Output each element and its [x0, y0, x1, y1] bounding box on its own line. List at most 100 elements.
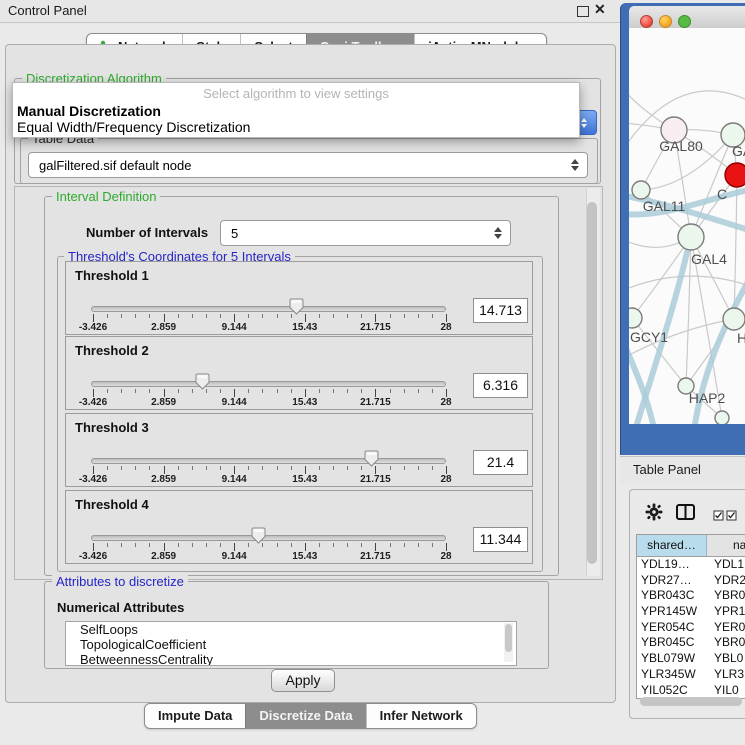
network-node-gal4[interactable] [678, 224, 704, 250]
network-node-gal11[interactable] [632, 181, 650, 199]
slider-thumb[interactable] [364, 450, 379, 472]
cell-shared-name[interactable]: YBR045C [637, 635, 710, 651]
network-edge[interactable] [629, 276, 745, 290]
table-row[interactable]: YPR145WYPR1 [637, 604, 745, 620]
tick-mark [248, 543, 249, 547]
tick-label: -3.426 [63, 474, 123, 485]
table-row[interactable]: YBR045CYBR0 [637, 635, 745, 651]
tick-mark [347, 314, 348, 318]
table-row[interactable]: YER054CYER0 [637, 620, 745, 636]
attribute-item-topologicalcoefficient[interactable]: TopologicalCoefficient [66, 637, 516, 652]
cell-name[interactable]: YPR1 [710, 604, 745, 620]
tick-mark [333, 466, 334, 470]
tick-mark [418, 389, 419, 393]
tab-infer-network[interactable]: Infer Network [366, 704, 476, 728]
attribute-item-betweennesscentrality[interactable]: BetweennessCentrality [66, 652, 516, 666]
tick-label: 9.144 [204, 551, 264, 562]
slider-track[interactable] [91, 458, 446, 464]
table-row[interactable]: YBL079WYBL0 [637, 651, 745, 667]
zoom-window-icon[interactable] [678, 15, 691, 28]
algorithm-option-manual[interactable]: Manual Discretization [13, 103, 579, 119]
apply-button[interactable]: Apply [271, 669, 335, 692]
tick-label: 28 [416, 551, 476, 562]
network-window-titlebar[interactable] [629, 6, 745, 29]
checkbox-checked-icon[interactable] [726, 508, 737, 526]
tick-label: 21.715 [345, 551, 405, 562]
column-header-shared[interactable]: shared… [637, 535, 707, 556]
tick-mark [361, 314, 362, 318]
network-canvas[interactable]: GAL80GACGAL11GAL4GCY1HAHAP2 [629, 28, 745, 424]
network-edge[interactable] [691, 237, 734, 319]
close-panel-icon[interactable]: ✕ [594, 4, 606, 15]
slider-track[interactable] [91, 381, 446, 387]
threshold-3-slider[interactable]: -3.4262.8599.14415.4321.71528 [66, 414, 532, 486]
tick-mark [347, 543, 348, 547]
slider-track[interactable] [91, 535, 446, 541]
slider-thumb[interactable] [251, 527, 266, 549]
threshold-1-value-field[interactable]: 14.713 [473, 298, 528, 323]
network-node-node[interactable] [715, 411, 729, 424]
slider-thumb[interactable] [289, 298, 304, 320]
node-attribute-table: shared… na YDL19…YDL1YDR27…YDR2YBR043CYB… [636, 534, 745, 699]
tick-mark [404, 314, 405, 318]
cell-name[interactable]: YLR3 [710, 667, 745, 683]
network-node-h[interactable] [723, 308, 745, 330]
network-node-gcy1[interactable] [629, 308, 642, 328]
cell-shared-name[interactable]: YBR043C [637, 588, 710, 604]
cell-name[interactable]: YIL0 [710, 683, 745, 699]
slider-track[interactable] [91, 306, 446, 312]
tab-discretize-data[interactable]: Discretize Data [245, 704, 365, 728]
close-window-icon[interactable] [640, 15, 653, 28]
tick-mark [446, 314, 447, 322]
table-row[interactable]: YDL19…YDL1 [637, 557, 745, 573]
cell-name[interactable]: YBR0 [710, 588, 745, 604]
cell-name[interactable]: YDL1 [710, 557, 745, 573]
tick-mark [277, 466, 278, 470]
threshold-4-value-field[interactable]: 11.344 [473, 527, 528, 552]
table-hscrollbar-thumb[interactable] [640, 697, 742, 706]
checkbox-checked-icon[interactable] [713, 508, 724, 526]
tick-mark [178, 543, 179, 547]
table-row[interactable]: YBR043CYBR0 [637, 588, 745, 604]
cell-shared-name[interactable]: YDR27… [637, 573, 710, 589]
tab-impute-data[interactable]: Impute Data [145, 704, 245, 728]
threshold-4-slider[interactable]: -3.4262.8599.14415.4321.71528 [66, 491, 532, 563]
cell-shared-name[interactable]: YIL052C [637, 683, 710, 699]
table-row[interactable]: YDR27…YDR2 [637, 573, 745, 589]
algorithm-popup-hint: Select algorithm to view settings [13, 83, 579, 103]
tick-mark [432, 466, 433, 470]
threshold-3-value-field[interactable]: 21.4 [473, 450, 528, 475]
threshold-1-slider[interactable]: -3.4262.8599.14415.4321.71528 [66, 262, 532, 334]
threshold-1-row: Threshold 1 -3.4262.8599.14415.4321.7152… [65, 261, 533, 335]
cell-shared-name[interactable]: YBL079W [637, 651, 710, 667]
cell-shared-name[interactable]: YPR145W [637, 604, 710, 620]
float-window-icon[interactable] [577, 6, 589, 17]
settings-scrollbar-thumb[interactable] [587, 202, 597, 564]
column-header-name[interactable]: na [707, 535, 745, 556]
algorithm-option-equal-width[interactable]: Equal Width/Frequency Discretization [13, 119, 579, 135]
table-row[interactable]: YLR345WYLR3 [637, 667, 745, 683]
cell-shared-name[interactable]: YLR345W [637, 667, 710, 683]
tick-mark [220, 314, 221, 318]
minimize-window-icon[interactable] [659, 15, 672, 28]
threshold-2-value-field[interactable]: 6.316 [473, 373, 528, 398]
cell-name[interactable]: YBR0 [710, 635, 745, 651]
cell-shared-name[interactable]: YER054C [637, 620, 710, 636]
tick-mark [192, 314, 193, 318]
column-view-icon[interactable] [676, 504, 695, 525]
threshold-2-slider[interactable]: -3.4262.8599.14415.4321.71528 [66, 337, 532, 409]
table-data-combobox[interactable]: galFiltered.sif default node [28, 152, 588, 178]
number-of-intervals-combobox[interactable]: 5 [220, 220, 511, 246]
network-node-c[interactable] [725, 163, 745, 187]
cell-name[interactable]: YDR2 [710, 573, 745, 589]
gear-icon[interactable] [645, 503, 663, 526]
table-row[interactable]: YIL052CYIL0 [637, 683, 745, 699]
cell-name[interactable]: YBL0 [710, 651, 745, 667]
attributes-scrollbar-thumb[interactable] [505, 624, 512, 652]
cell-name[interactable]: YER0 [710, 620, 745, 636]
network-graph[interactable]: GAL80GACGAL11GAL4GCY1HAHAP2 [629, 28, 745, 424]
cell-shared-name[interactable]: YDL19… [637, 557, 710, 573]
slider-thumb[interactable] [195, 373, 210, 395]
tick-mark [178, 389, 179, 393]
attribute-item-selfloops[interactable]: SelfLoops [66, 622, 516, 637]
